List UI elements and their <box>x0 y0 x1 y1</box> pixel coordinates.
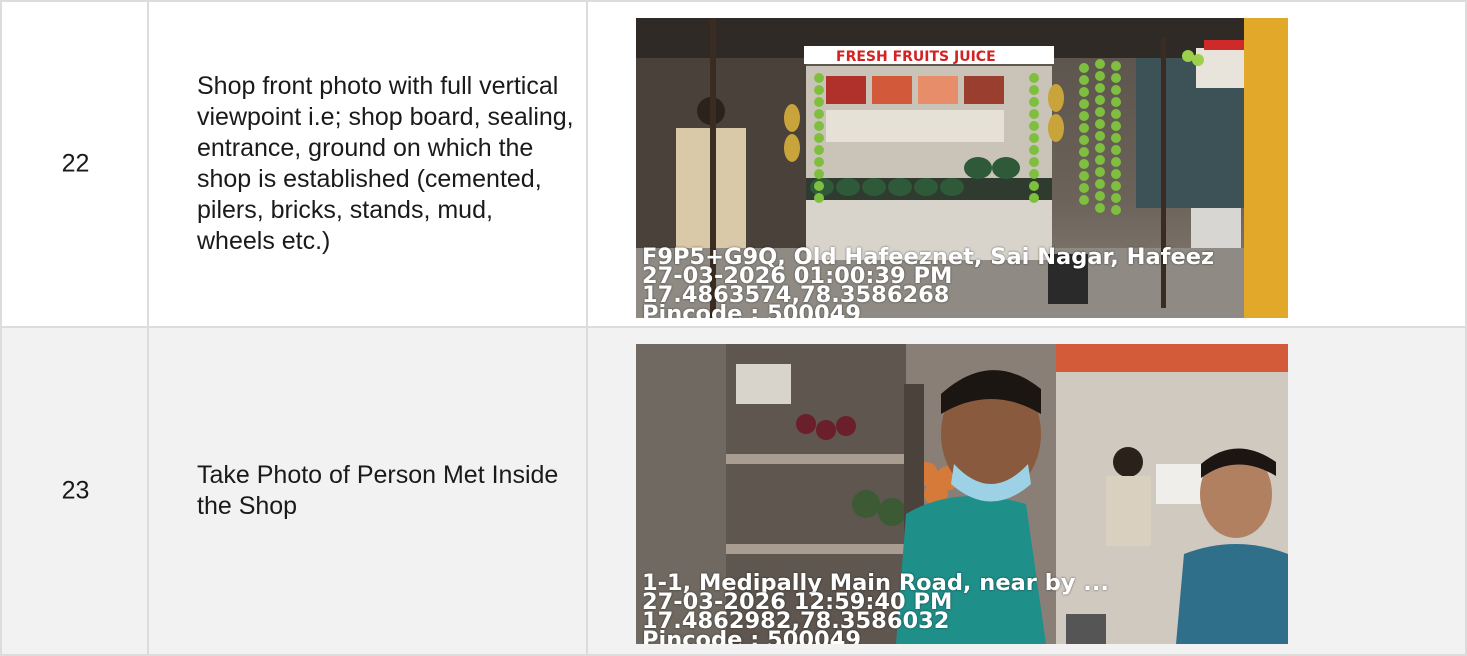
table-row: 23 Take Photo of Person Met Inside the S… <box>0 328 1467 656</box>
description-cell: Take Photo of Person Met Inside the Shop <box>149 328 588 656</box>
geo-stamp: 1-1, Medipally Main Road, near by ... 27… <box>642 572 1288 644</box>
row-number-cell: 22 <box>0 0 149 328</box>
photo-cell: FRESH FRUITS JUICE F9P5+G9Q, Old Hafeezn… <box>588 0 1467 328</box>
row-number: 23 <box>61 476 90 505</box>
photo-cell: 1-1, Medipally Main Road, near by ... 27… <box>588 328 1467 656</box>
row-description: Take Photo of Person Met Inside the Shop <box>197 461 559 520</box>
shop-front-photo[interactable]: FRESH FRUITS JUICE F9P5+G9Q, Old Hafeezn… <box>636 18 1288 318</box>
checklist-table: 22 Shop front photo with full vertical v… <box>0 0 1467 656</box>
stamp-pincode: Pincode : 500049 <box>642 301 861 318</box>
person-met-photo[interactable]: 1-1, Medipally Main Road, near by ... 27… <box>636 344 1288 644</box>
table-row: 22 Shop front photo with full vertical v… <box>0 0 1467 328</box>
geo-stamp: F9P5+G9Q, Old Hafeeznet, Sai Nagar, Hafe… <box>642 246 1288 318</box>
row-number: 22 <box>61 149 90 178</box>
row-number-cell: 23 <box>0 328 149 656</box>
row-description: Shop front photo with full vertical view… <box>197 72 574 255</box>
shop-sign-text: FRESH FRUITS JUICE <box>836 49 996 65</box>
stamp-pincode: Pincode : 500049 <box>642 627 861 644</box>
description-cell: Shop front photo with full vertical view… <box>149 0 588 328</box>
